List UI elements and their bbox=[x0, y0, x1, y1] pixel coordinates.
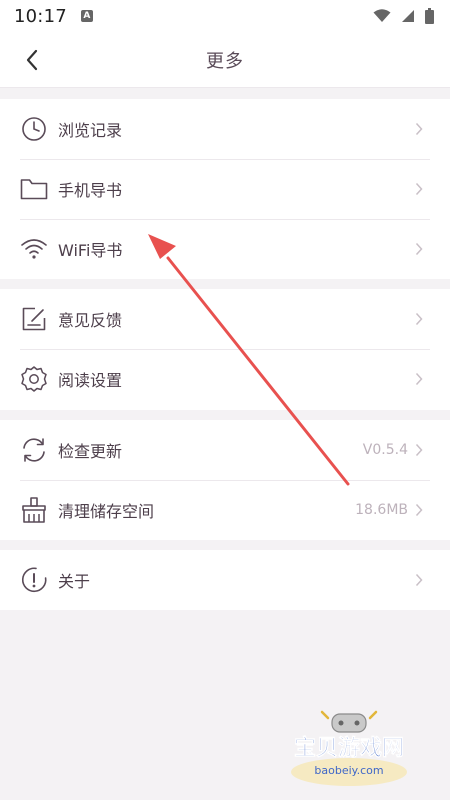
wifi-icon bbox=[373, 9, 391, 22]
menu-item-feedback[interactable]: 意见反馈 bbox=[0, 289, 450, 349]
watermark-url: baobeiy.com bbox=[314, 764, 383, 777]
chevron-right-icon bbox=[414, 502, 424, 518]
chevron-right-icon bbox=[414, 572, 424, 588]
chevron-right-icon bbox=[414, 311, 424, 327]
menu-item-about[interactable]: 关于 bbox=[0, 550, 450, 610]
menu-item-label: 意见反馈 bbox=[58, 311, 123, 330]
menu-group-3: 检查更新 V0.5.4 清理储存空间 18.6MB bbox=[0, 420, 450, 540]
a-icon: A bbox=[80, 10, 93, 22]
menu-group-1: 浏览记录 手机导书 WiFi导书 bbox=[0, 99, 450, 279]
menu-item-check-update[interactable]: 检查更新 V0.5.4 bbox=[0, 420, 450, 480]
header-bar: 更多 bbox=[0, 32, 450, 88]
menu-item-label: 关于 bbox=[58, 572, 91, 591]
chevron-right-icon bbox=[414, 442, 424, 458]
back-button[interactable] bbox=[14, 42, 50, 78]
menu-item-label: 检查更新 bbox=[58, 442, 123, 461]
page-title: 更多 bbox=[206, 50, 244, 72]
menu-item-phone-import[interactable]: 手机导书 bbox=[0, 159, 450, 219]
menu-item-reading-settings[interactable]: 阅读设置 bbox=[0, 349, 450, 409]
version-value: V0.5.4 bbox=[362, 442, 408, 458]
cellular-icon bbox=[402, 10, 414, 22]
broom-icon bbox=[20, 496, 48, 524]
wifi-icon bbox=[20, 235, 48, 263]
chevron-right-icon bbox=[414, 371, 424, 387]
watermark-brand: 宝贝游戏网 bbox=[294, 735, 404, 761]
storage-value: 18.6MB bbox=[355, 502, 408, 518]
chevron-right-icon bbox=[414, 181, 424, 197]
gear-icon bbox=[20, 365, 48, 393]
menu-group-4: 关于 bbox=[0, 550, 450, 610]
clock-icon bbox=[20, 115, 48, 143]
chevron-right-icon bbox=[414, 241, 424, 257]
menu-item-history[interactable]: 浏览记录 bbox=[0, 99, 450, 159]
folder-icon bbox=[20, 175, 48, 203]
menu-item-wifi-import[interactable]: WiFi导书 bbox=[0, 219, 450, 279]
menu-item-label: 手机导书 bbox=[58, 181, 123, 200]
screen: 10:17 A 更多 浏览记录 手机导书 WiFi导书 意见反馈 阅读设置 检查… bbox=[0, 0, 450, 800]
menu-item-label: 浏览记录 bbox=[58, 121, 123, 140]
menu-item-label: 阅读设置 bbox=[58, 371, 123, 390]
status-bar: 10:17 A bbox=[0, 0, 450, 32]
feedback-icon bbox=[20, 305, 48, 333]
menu-item-label: 清理储存空间 bbox=[58, 502, 155, 521]
menu-group-2: 意见反馈 阅读设置 bbox=[0, 289, 450, 410]
refresh-icon bbox=[20, 436, 48, 464]
chevron-right-icon bbox=[414, 121, 424, 137]
chevron-left-icon bbox=[26, 49, 38, 71]
battery-icon bbox=[425, 8, 434, 24]
watermark-logo: 宝贝游戏网 baobeiy.com bbox=[291, 710, 407, 786]
status-icons bbox=[373, 8, 434, 24]
status-time: 10:17 bbox=[14, 5, 67, 27]
menu-item-label: WiFi导书 bbox=[58, 241, 123, 260]
menu-item-clear-storage[interactable]: 清理储存空间 18.6MB bbox=[0, 480, 450, 540]
info-icon bbox=[20, 566, 48, 594]
